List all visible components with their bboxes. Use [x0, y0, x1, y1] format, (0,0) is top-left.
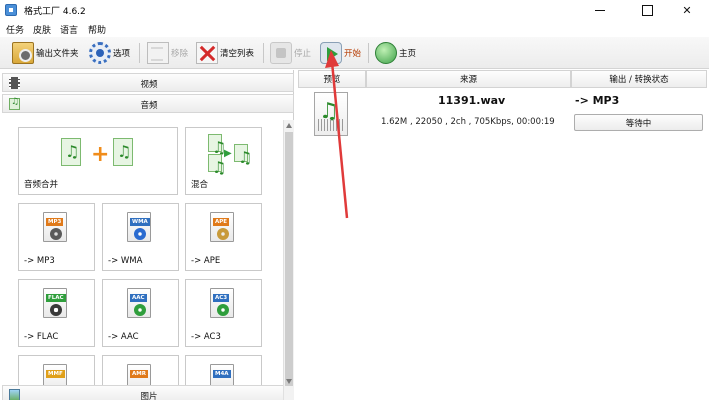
wma-file-icon: WMA [127, 212, 151, 242]
window-title: 格式工厂 4.6.2 [24, 7, 86, 17]
tool-label: -> AC3 [191, 332, 221, 342]
music-file-icon [113, 138, 133, 166]
scroll-thumb[interactable] [285, 132, 293, 386]
stop-label: 停止 [294, 49, 312, 59]
start-label: 开始 [344, 49, 362, 59]
mp3-file-icon: MP3 [43, 212, 67, 242]
tool-to-wma[interactable]: WMA -> WMA [102, 203, 179, 271]
tool-to-mp3[interactable]: MP3 -> MP3 [18, 203, 95, 271]
status-badge[interactable]: 等待中 [574, 114, 703, 131]
task-list: 预览 来源 输出 / 转换状态 ♫ 11391.wav 1.62M , 2205… [298, 70, 709, 400]
music-file-icon [61, 138, 81, 166]
aac-file-icon: AAC [127, 288, 151, 318]
stop-icon [270, 42, 292, 64]
music-file-icon [208, 154, 226, 177]
minimize-button[interactable] [580, 0, 620, 21]
clear-list-label: 清空列表 [220, 49, 255, 59]
tool-label: -> APE [191, 256, 221, 266]
tools-scrollbar[interactable] [283, 120, 294, 400]
tool-label: -> FLAC [24, 332, 59, 342]
toolbar: 输出文件夹 选项 移除 清空列表 停止 开始 主页 [0, 37, 709, 69]
category-audio-label: 音频 [140, 101, 158, 111]
audio-tools-grid: + 音频合并 ▶ 混合 MP3 -> MP3 WMA -> WMA [18, 127, 266, 395]
plus-icon: + [91, 142, 110, 167]
remove-label: 移除 [171, 49, 189, 59]
scroll-down-icon[interactable] [286, 379, 292, 384]
column-preview[interactable]: 预览 [298, 70, 366, 88]
toolbar-divider [368, 43, 369, 63]
tool-audio-merge[interactable]: + 音频合并 [18, 127, 178, 195]
category-video[interactable]: 视频 [2, 73, 294, 92]
waveform-icon [318, 119, 344, 131]
maximize-button[interactable] [627, 0, 667, 21]
tool-label: -> WMA [108, 256, 143, 266]
home-label: 主页 [399, 49, 417, 59]
menu-help[interactable]: 帮助 [88, 23, 106, 36]
scroll-up-icon[interactable] [286, 123, 292, 128]
tool-label: 混合 [191, 180, 209, 190]
toolbar-divider [263, 43, 264, 63]
ac3-file-icon: AC3 [210, 288, 234, 318]
flac-file-icon: FLAC [43, 288, 67, 318]
title-bar: 格式工厂 4.6.2 ✕ [0, 0, 709, 21]
options-button[interactable]: 选项 [89, 40, 130, 66]
output-format: -> MP3 [575, 94, 620, 107]
menu-language[interactable]: 语言 [60, 23, 78, 36]
menu-task[interactable]: 任务 [6, 23, 24, 36]
folder-icon [12, 42, 34, 64]
tool-to-flac[interactable]: FLAC -> FLAC [18, 279, 95, 347]
tool-to-ac3[interactable]: AC3 -> AC3 [185, 279, 262, 347]
arrow-right-icon: ▶ [224, 148, 232, 159]
toolbar-divider [139, 43, 140, 63]
category-panel: 视频 音频 + 音频合并 ▶ 混合 MP3 -> MP3 [0, 70, 294, 400]
stop-button[interactable]: 停止 [270, 40, 311, 66]
globe-icon [375, 42, 397, 64]
options-label: 选项 [113, 49, 131, 59]
tool-label: -> MP3 [24, 256, 55, 266]
output-folder-label: 输出文件夹 [36, 49, 79, 59]
tool-mix[interactable]: ▶ 混合 [185, 127, 262, 195]
category-picture-label: 图片 [140, 392, 158, 400]
close-button[interactable]: ✕ [667, 0, 707, 21]
audio-file-icon: ♫ [314, 92, 348, 136]
file-name: 11391.wav [438, 94, 506, 107]
music-file-icon [208, 134, 226, 157]
tool-label: 音频合并 [24, 180, 59, 190]
remove-icon [147, 42, 169, 64]
output-folder-button[interactable]: 输出文件夹 [12, 40, 79, 66]
menu-bar: 任务 皮肤 语言 帮助 [0, 21, 709, 37]
app-icon [5, 4, 17, 16]
remove-button[interactable]: 移除 [147, 40, 188, 66]
tool-label: -> AAC [108, 332, 139, 342]
tool-to-aac[interactable]: AAC -> AAC [102, 279, 179, 347]
home-button[interactable]: 主页 [375, 40, 416, 66]
file-info: 1.62M , 22050 , 2ch , 705Kbps, 00:00:19 [381, 117, 555, 127]
gear-icon [89, 42, 111, 64]
ape-file-icon: APE [210, 212, 234, 242]
column-output-status[interactable]: 输出 / 转换状态 [571, 70, 707, 88]
start-button[interactable]: 开始 [320, 40, 361, 66]
menu-skin[interactable]: 皮肤 [33, 23, 51, 36]
category-audio[interactable]: 音频 [2, 94, 294, 113]
category-video-label: 视频 [140, 80, 158, 90]
clear-list-button[interactable]: 清空列表 [196, 40, 254, 66]
play-icon [320, 42, 342, 64]
tool-to-ape[interactable]: APE -> APE [185, 203, 262, 271]
column-source[interactable]: 来源 [366, 70, 571, 88]
music-file-icon [234, 144, 252, 167]
category-picture[interactable]: 图片 [2, 385, 294, 400]
clear-icon [196, 42, 218, 64]
